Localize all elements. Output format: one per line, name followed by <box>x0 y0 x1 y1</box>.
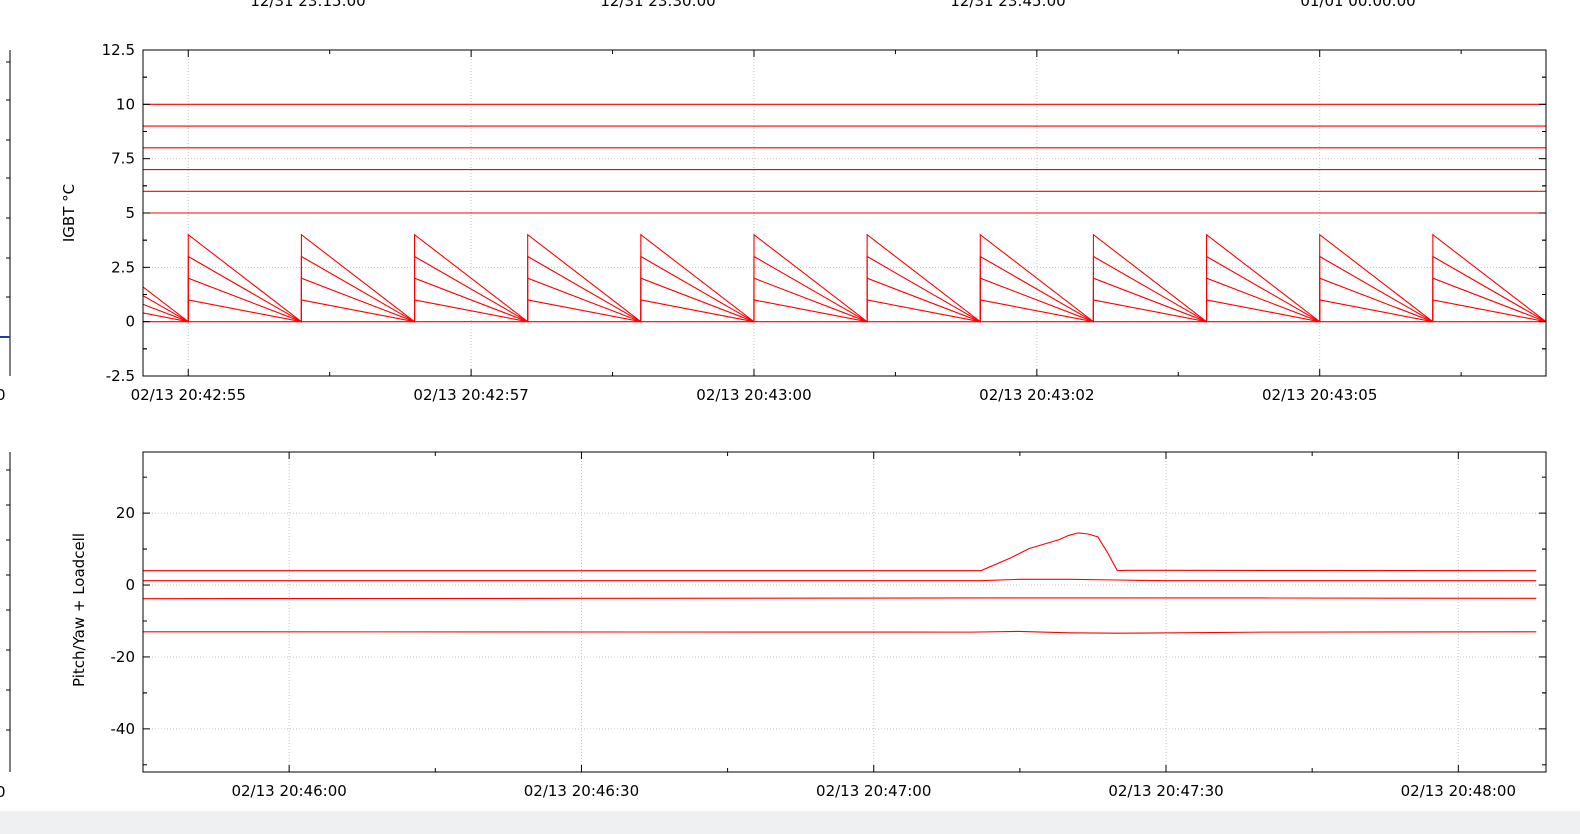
chart-panel-1: 02/13 20:42:55 02/13 20:42:57 02/13 20:43:… <box>60 41 1547 404</box>
series-line-10 <box>143 299 1546 323</box>
cut-top-label: 12/31 23:45:00 <box>950 0 1065 10</box>
left-neighbour-remnants: 00 <box>0 50 11 801</box>
chart-canvas: 12/31 23:15:00 12/31 23:30:00 12/31 23:45:… <box>0 0 1547 801</box>
x-tick-label: 02/13 20:43:05 <box>1262 386 1377 404</box>
plot-frame <box>142 451 1547 773</box>
series-line-8 <box>143 255 1546 323</box>
cut-left-label: 0 <box>0 386 6 404</box>
x-tick-label: 02/13 20:46:00 <box>231 782 346 800</box>
y-tick-label: 12.5 <box>102 41 135 59</box>
y-tick-label: -40 <box>111 720 136 738</box>
y-tick-label: 10 <box>116 95 135 113</box>
series-line-3 <box>143 597 1537 600</box>
x-tick-label: 02/13 20:47:30 <box>1108 782 1223 800</box>
ticks: 02/13 20:46:00 02/13 20:46:30 02/13 20:47:… <box>111 452 1546 800</box>
chart-panel-2: 02/13 20:46:00 02/13 20:46:30 02/13 20:47:… <box>70 451 1547 800</box>
series-line-2 <box>143 578 1537 582</box>
ticks: 02/13 20:42:55 02/13 20:42:57 02/13 20:43:… <box>102 41 1546 404</box>
series-group <box>143 103 1546 323</box>
y-tick-label: -20 <box>111 648 136 666</box>
x-tick-label: 02/13 20:43:02 <box>979 386 1094 404</box>
x-tick-label: 02/13 20:43:00 <box>696 386 811 404</box>
y-tick-label: 20 <box>116 504 135 522</box>
series-line-4 <box>143 630 1537 634</box>
y-axis-title: Pitch/Yaw + Loadcell <box>70 533 88 687</box>
y-tick-label: 5 <box>125 204 135 222</box>
cut-top-label: 12/31 23:30:00 <box>600 0 715 10</box>
x-tick-label: 02/13 20:42:55 <box>131 386 246 404</box>
y-tick-label: 0 <box>125 313 135 331</box>
x-tick-label: 02/13 20:42:57 <box>413 386 528 404</box>
y-axis-title: IGBT °C <box>60 184 78 242</box>
cut-left-label: 0 <box>0 783 6 801</box>
cut-top-label: 12/31 23:15:00 <box>250 0 365 10</box>
y-tick-label: 2.5 <box>111 258 135 276</box>
cut-top-label: 01/01 00:00:00 <box>1300 0 1415 10</box>
series-group <box>143 532 1537 634</box>
footer-bar <box>0 811 1580 834</box>
series-line-1 <box>143 532 1537 572</box>
x-tick-label: 02/13 20:48:00 <box>1401 782 1516 800</box>
grid-lines <box>143 452 1546 772</box>
x-tick-label: 02/13 20:46:30 <box>524 782 639 800</box>
y-tick-label: 0 <box>125 576 135 594</box>
y-tick-label: 7.5 <box>111 150 135 168</box>
series-line-7 <box>143 233 1546 323</box>
x-tick-label: 02/13 20:47:00 <box>816 782 931 800</box>
y-tick-label: -2.5 <box>106 367 135 385</box>
